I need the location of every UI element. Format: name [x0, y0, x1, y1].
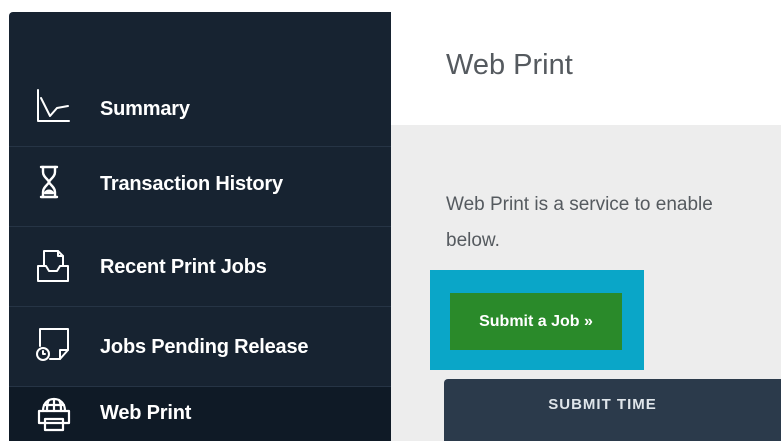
- page-header: Web Print: [391, 12, 781, 125]
- hourglass-icon: [37, 164, 73, 200]
- sidebar: Summary Transaction History Recent Print…: [9, 12, 391, 441]
- intro-text-line: Web Print is a service to enable: [446, 194, 713, 215]
- line-chart-icon: [35, 88, 71, 124]
- intro-text: Web Print is a service to enable below.: [446, 187, 781, 259]
- main-content: Web Print Web Print is a service to enab…: [391, 12, 781, 441]
- column-header-submit-time[interactable]: SUBMIT TIME: [444, 379, 781, 441]
- sidebar-item-transaction-history[interactable]: Transaction History: [9, 147, 391, 227]
- sidebar-item-label: Transaction History: [100, 173, 283, 195]
- sidebar-item-label: Web Print: [100, 402, 192, 424]
- submit-job-button[interactable]: Submit a Job »: [450, 293, 622, 350]
- printer-tray-icon: [35, 248, 71, 284]
- app-frame: Summary Transaction History Recent Print…: [9, 12, 781, 441]
- sidebar-item-web-print[interactable]: Web Print: [9, 387, 391, 441]
- sidebar-item-label: Jobs Pending Release: [100, 336, 309, 358]
- sidebar-item-jobs-pending-release[interactable]: Jobs Pending Release: [9, 307, 391, 387]
- sidebar-item-summary[interactable]: Summary: [9, 65, 391, 147]
- globe-printer-icon: [37, 397, 73, 433]
- jobs-table-header: SUBMIT TIME: [444, 379, 781, 441]
- sidebar-item-recent-print-jobs[interactable]: Recent Print Jobs: [9, 227, 391, 307]
- intro-text-line: below.: [446, 230, 500, 251]
- sidebar-item-label: Summary: [100, 98, 190, 120]
- page-title: Web Print: [446, 49, 573, 81]
- document-clock-icon: [35, 326, 71, 362]
- column-header-label: SUBMIT TIME: [548, 396, 657, 413]
- sidebar-item-label: Recent Print Jobs: [100, 256, 267, 278]
